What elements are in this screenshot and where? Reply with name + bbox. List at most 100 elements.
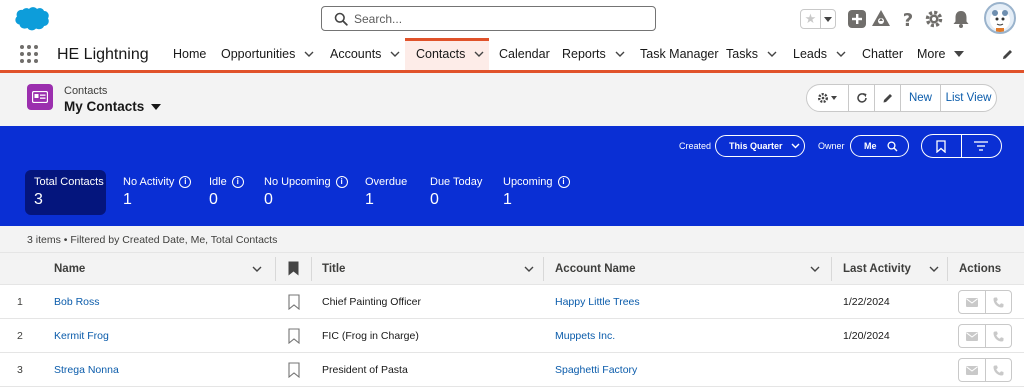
account-name-link[interactable]: Spaghetti Factory (555, 353, 637, 387)
email-icon (965, 365, 978, 375)
email-action-button[interactable] (959, 359, 986, 381)
nav-item-label: Chatter (862, 47, 903, 61)
nav-item-chatter[interactable]: Chatter (862, 38, 903, 70)
trailhead-icon[interactable] (871, 9, 891, 29)
info-icon[interactable]: i (179, 176, 192, 188)
account-name-link[interactable]: Muppets Inc. (555, 319, 615, 353)
notifications-bell-icon[interactable] (951, 9, 971, 29)
kpi-upcoming[interactable]: Upcoming i 1 (503, 170, 570, 215)
contact-name-link[interactable]: Kermit Frog (54, 319, 109, 353)
row-number: 3 (17, 364, 23, 376)
bookmark-column-icon[interactable] (288, 261, 299, 276)
list-view-selector[interactable]: My Contacts (64, 99, 162, 114)
app-navigation-bar: HE Lightning Home Opportunities Accounts… (0, 38, 1024, 73)
refresh-button[interactable] (849, 85, 875, 111)
chevron-down-icon[interactable] (252, 266, 262, 272)
email-action-button[interactable] (959, 291, 986, 313)
salesforce-logo[interactable] (14, 6, 50, 31)
nav-item-contacts[interactable]: Contacts (405, 38, 489, 70)
nav-item-calendar[interactable]: Calendar (499, 38, 550, 70)
chevron-down-icon[interactable] (615, 51, 625, 57)
user-avatar[interactable] (984, 2, 1016, 34)
call-action-button[interactable] (986, 325, 1012, 347)
setup-gear-icon[interactable] (924, 9, 944, 29)
list-view-controls-button[interactable] (807, 85, 849, 111)
call-action-button[interactable] (986, 291, 1012, 313)
info-icon[interactable]: i (335, 176, 348, 188)
nav-item-tasks[interactable]: Tasks (726, 38, 777, 70)
column-header-name[interactable]: Name (54, 253, 274, 285)
account-name-link[interactable]: Happy Little Trees (555, 285, 640, 319)
contact-title: President of Pasta (322, 364, 408, 376)
caret-down-icon[interactable] (151, 103, 162, 110)
table-header: Name Title Account Name Last Activity Ac… (0, 252, 1024, 285)
search-icon (334, 12, 348, 26)
column-header-actions: Actions (959, 253, 1001, 285)
nav-item-accounts[interactable]: Accounts (330, 38, 400, 70)
row-actions (958, 324, 1012, 348)
kpi-label: Idle (209, 176, 227, 188)
avatar-image (990, 10, 1010, 32)
owner-filter-value: Me (864, 141, 877, 151)
global-actions-icon[interactable] (847, 9, 867, 29)
kpi-due-today[interactable]: Due Today 0 (430, 170, 482, 215)
column-header-title[interactable]: Title (322, 253, 542, 285)
list-view-name: My Contacts (64, 99, 145, 114)
search-input[interactable] (354, 10, 644, 28)
kpi-total-contacts[interactable]: Total Contacts 3 (25, 170, 106, 215)
gear-icon (817, 93, 837, 103)
owner-filter-dropdown[interactable]: Me (850, 135, 909, 157)
nav-item-more[interactable]: More (917, 38, 965, 70)
kpi-no-activity[interactable]: No Activity i 1 (123, 170, 192, 215)
nav-item-label: Accounts (330, 47, 382, 61)
app-launcher-icon[interactable] (20, 45, 38, 63)
kpi-value: 0 (209, 191, 218, 208)
nav-item-home[interactable]: Home (173, 38, 206, 70)
chevron-down-icon[interactable] (524, 266, 534, 272)
chevron-down-icon[interactable] (836, 51, 846, 57)
nav-item-opportunities[interactable]: Opportunities (221, 38, 314, 70)
info-icon[interactable]: i (557, 176, 570, 188)
chevron-down-icon (791, 143, 800, 149)
chevron-down-icon[interactable] (929, 266, 939, 272)
bookmark-icon[interactable] (288, 362, 300, 378)
contact-name-link[interactable]: Strega Nonna (54, 353, 119, 387)
filter-toggle-button[interactable] (962, 135, 1002, 157)
list-view-meta: 3 items • Filtered by Created Date, Me, … (0, 226, 1024, 252)
nav-item-label: Opportunities (221, 47, 296, 61)
list-view-button[interactable]: List View (941, 85, 996, 111)
kpi-value: 1 (123, 191, 132, 208)
bookmark-toggle-button[interactable] (922, 135, 962, 157)
global-search[interactable] (321, 6, 656, 31)
phone-icon (993, 331, 1004, 341)
table-row: 1 Bob Ross Chief Painting Officer Happy … (0, 285, 1024, 319)
help-icon[interactable]: ? (898, 9, 918, 29)
email-action-button[interactable] (959, 325, 986, 347)
caret-down-icon[interactable] (954, 51, 965, 57)
chevron-down-icon[interactable] (810, 266, 820, 272)
nav-item-reports[interactable]: Reports (562, 38, 625, 70)
kpi-idle[interactable]: Idle i 0 (209, 170, 244, 215)
chevron-down-icon[interactable] (304, 51, 314, 57)
contact-name-link[interactable]: Bob Ross (54, 285, 100, 319)
favorite-star-icon[interactable]: ★ (801, 10, 821, 28)
kpi-no-upcoming[interactable]: No Upcoming i 0 (264, 170, 348, 215)
favorites-group[interactable]: ★ (800, 9, 836, 29)
chevron-down-icon[interactable] (474, 51, 484, 57)
new-button[interactable]: New (901, 85, 941, 111)
favorites-dropdown-icon[interactable] (821, 10, 835, 28)
nav-item-leads[interactable]: Leads (793, 38, 846, 70)
edit-nav-pencil-icon[interactable] (1001, 48, 1014, 61)
info-icon[interactable]: i (231, 176, 244, 188)
inline-edit-button[interactable] (875, 85, 901, 111)
chevron-down-icon[interactable] (767, 51, 777, 57)
kpi-overdue[interactable]: Overdue 1 (365, 170, 407, 215)
bookmark-icon[interactable] (288, 328, 300, 344)
column-header-last-activity[interactable]: Last Activity (843, 253, 947, 285)
bookmark-icon[interactable] (288, 294, 300, 310)
nav-item-task-manager[interactable]: Task Manager (640, 38, 719, 70)
created-filter-dropdown[interactable]: This Quarter (715, 135, 805, 157)
column-header-account-name[interactable]: Account Name (555, 253, 830, 285)
call-action-button[interactable] (986, 359, 1012, 381)
chevron-down-icon[interactable] (390, 51, 400, 57)
